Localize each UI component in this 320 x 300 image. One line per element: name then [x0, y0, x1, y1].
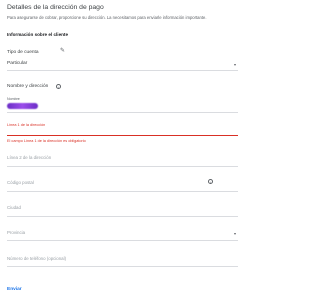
- send-button[interactable]: Enviar: [7, 287, 22, 292]
- address-line1-label: Línea 1 de la dirección: [7, 123, 46, 127]
- name-field-label: Nombre: [7, 97, 20, 101]
- name-address-label: Nombre y dirección: [7, 84, 49, 89]
- info-icon[interactable]: i: [56, 84, 61, 90]
- address-line2-input[interactable]: Línea 2 de la dirección: [7, 151, 238, 167]
- address-line2-placeholder: Línea 2 de la dirección: [7, 155, 52, 160]
- edit-pencil-icon[interactable]: ✎: [60, 47, 65, 54]
- page-description: Para asegurarse de cobrar, proporcione s…: [7, 15, 207, 20]
- address-line1-error: El campo Línea 1 de la dirección es obli…: [7, 139, 86, 143]
- city-input[interactable]: Ciudad: [7, 201, 238, 217]
- dropdown-caret-icon: ▾: [233, 231, 236, 236]
- account-type-label: Tipo de cuenta: [7, 50, 39, 55]
- name-field[interactable]: Nombre: [7, 96, 238, 113]
- page-title: Detalles de la dirección de pago: [7, 4, 104, 11]
- province-placeholder: Provincia: [7, 230, 26, 235]
- city-placeholder: Ciudad: [7, 205, 21, 210]
- province-select[interactable]: Provincia ▾: [7, 226, 238, 241]
- postal-info-icon[interactable]: i: [208, 179, 213, 185]
- phone-placeholder: Número de teléfono (opcional): [7, 256, 67, 261]
- redacted-name: [7, 103, 38, 109]
- postal-code-placeholder: Código postal: [7, 180, 34, 185]
- address-line1-input[interactable]: Línea 1 de la dirección: [7, 121, 238, 136]
- dropdown-caret-icon: ▾: [233, 62, 236, 67]
- phone-input[interactable]: Número de teléfono (opcional): [7, 251, 238, 267]
- postal-code-input[interactable]: Código postal: [7, 176, 238, 192]
- account-type-select[interactable]: Particular ▾: [7, 58, 238, 71]
- account-type-value: Particular: [7, 61, 28, 66]
- section-title: Información sobre el cliente: [7, 32, 69, 37]
